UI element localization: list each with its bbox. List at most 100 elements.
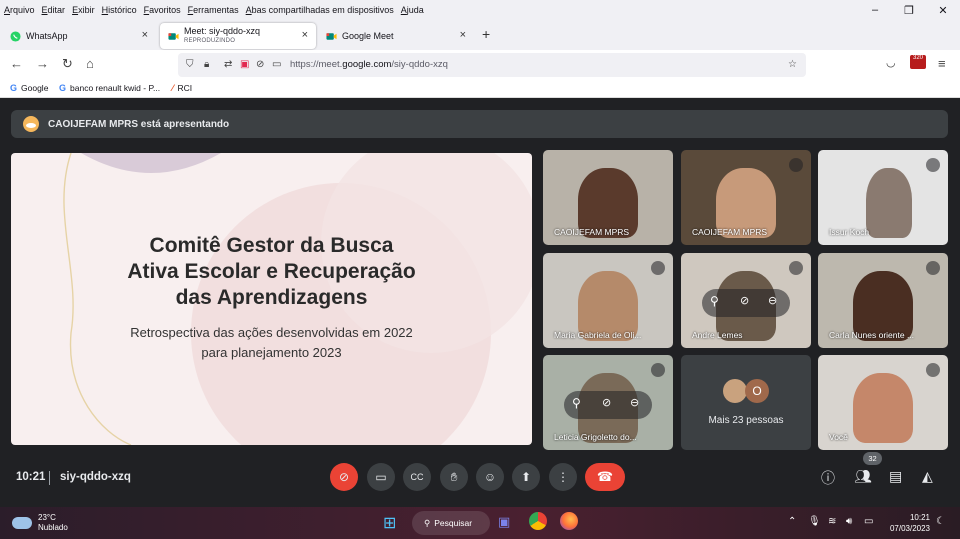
menu-favoritos[interactable]: Favoritos	[140, 5, 184, 15]
wifi-icon[interactable]: ≋	[828, 516, 836, 527]
participant-video	[853, 373, 913, 443]
menu-ajuda[interactable]: Ajuda	[397, 5, 427, 15]
tab-close-button[interactable]: ×	[460, 29, 466, 41]
slide-subtitle-line: para planejamento 2023	[201, 345, 342, 360]
tab-close-button[interactable]: ×	[142, 29, 148, 41]
taskbar-time: 10:21	[909, 513, 930, 522]
chat-icon[interactable]: ▤	[889, 468, 902, 485]
extension-badge[interactable]: 320	[910, 55, 926, 69]
microphone-icon[interactable]: 🎙︎	[808, 516, 821, 527]
shield-icon[interactable]: ⛉	[186, 59, 194, 70]
url-path: /siy-qddo-xzq	[391, 59, 448, 70]
more-options-button[interactable]: ⋮	[549, 463, 577, 491]
tab-title: Google Meet	[342, 31, 394, 41]
raise-hand-button[interactable]: ✋︎	[440, 463, 468, 491]
tab-close-button[interactable]: ×	[302, 29, 308, 41]
mic-muted-icon[interactable]: ⊘	[256, 59, 264, 70]
bookmark-google[interactable]: G Google	[10, 83, 48, 93]
bookmark-label: Google	[21, 83, 49, 93]
new-tab-button[interactable]: +	[482, 26, 490, 42]
menu-editar[interactable]: Editar	[38, 5, 69, 15]
firefox-icon[interactable]	[560, 512, 578, 530]
mic-toggle-button[interactable]: ⊘	[330, 463, 358, 491]
taskbar-date: 07/03/2023	[889, 524, 930, 533]
slide-title-line: das Aprendizagens	[175, 286, 368, 309]
pin-icon[interactable]: ⚲	[572, 396, 581, 410]
leave-call-button[interactable]: ☎︎	[585, 463, 625, 491]
restore-button[interactable]: ❐	[892, 0, 926, 20]
camera-icon[interactable]: ▣	[240, 59, 249, 70]
notifications-icon[interactable]: ☾	[936, 516, 945, 527]
tile-hover-controls[interactable]: ⚲ ⊘ ⊖	[702, 289, 790, 317]
menu-ferramentas[interactable]: Ferramentas	[184, 5, 242, 15]
chrome-icon[interactable]	[529, 512, 547, 530]
participant-tile[interactable]: Issur Koch	[818, 150, 948, 245]
url-domain: google.com	[342, 59, 392, 70]
tab-meet[interactable]: Meet: siy-qddo-xzq REPRODUZINDO ×	[160, 23, 316, 49]
date-time[interactable]: 10:21 07/03/2023	[866, 512, 930, 534]
participant-tile[interactable]: CAOIJEFAM MPRS	[681, 150, 811, 245]
presenting-text: CAOIJEFAM MPRS está apresentando	[48, 118, 230, 130]
mic-off-icon[interactable]: ⊘	[740, 294, 749, 307]
participant-tile[interactable]: Carla Nunes oriente ...	[818, 253, 948, 348]
tab-title: WhatsApp	[26, 31, 68, 41]
remove-icon[interactable]: ⊖	[768, 294, 777, 307]
presentation-slide: Comitê Gestor da Busca Ativa Escolar e R…	[11, 153, 532, 445]
close-window-button[interactable]: ✕	[926, 0, 960, 20]
camera-toggle-button[interactable]: ▭	[367, 463, 395, 491]
activities-icon[interactable]: ◭	[922, 468, 933, 485]
tab-google-meet[interactable]: Google Meet ×	[318, 23, 474, 49]
self-view-tile[interactable]: Você	[818, 355, 948, 450]
menu-icon[interactable]: ≡	[938, 56, 946, 71]
lock-icon[interactable]: 🔒︎	[204, 59, 209, 70]
bookmark-banco-renault[interactable]: Gbanco renault kwid - P...	[59, 83, 160, 93]
tray-overflow-icon[interactable]: ⌃	[788, 516, 796, 527]
participant-tile[interactable]: ⚲ ⊘ ⊖ Andre Lemes	[681, 253, 811, 348]
minimize-button[interactable]: –	[858, 0, 892, 20]
tile-hover-controls[interactable]: ⚲ ⊘ ⊖	[564, 391, 652, 419]
meeting-code: siy-qddo-xzq	[60, 471, 131, 483]
participant-tile[interactable]: CAOIJEFAM MPRS	[543, 150, 673, 245]
teams-icon[interactable]: ▣	[498, 514, 510, 530]
captions-button[interactable]: CC	[403, 463, 431, 491]
more-participants-tile[interactable]: O Mais 23 pessoas	[681, 355, 811, 450]
home-icon[interactable]: ⌂	[86, 56, 94, 71]
menu-bar: Arquivo Editar Exibir Histórico Favorito…	[0, 0, 960, 20]
weather-widget[interactable]: 23°C Nublado	[12, 513, 68, 533]
address-bar[interactable]: ⛉ 🔒︎ ⇄ ▣ ⊘ ▭ https://meet.google.com/siy…	[178, 53, 806, 77]
reactions-button[interactable]: ☺	[476, 463, 504, 491]
tab-whatsapp[interactable]: WhatsApp ×	[2, 23, 156, 49]
menu-exibir[interactable]: Exibir	[68, 5, 98, 15]
participant-tile[interactable]: ⚲ ⊘ ⊖ Leticia Grigoletto do...	[543, 355, 673, 450]
slide-title-line: Comitê Gestor da Busca	[149, 234, 394, 257]
info-icon[interactable]: ⓘ	[821, 468, 835, 488]
pin-icon[interactable]: ⚲	[710, 294, 719, 308]
mic-off-icon	[789, 261, 803, 275]
pocket-icon[interactable]: ◡	[886, 56, 896, 69]
screen-share-icon[interactable]: ▭	[272, 59, 281, 70]
back-icon[interactable]: ←	[10, 56, 23, 71]
bookmark-rci[interactable]: ⁄ RCI	[172, 83, 192, 93]
mic-off-icon	[926, 363, 940, 377]
bookmarks-bar: G Google Gbanco renault kwid - P... ⁄ RCI	[0, 80, 960, 98]
slide-subtitle: Retrospectiva das ações desenvolvidas em…	[11, 323, 532, 363]
permissions-icon[interactable]: ⇄	[224, 59, 232, 70]
url-text[interactable]: https://meet.google.com/siy-qddo-xzq	[290, 59, 448, 70]
participant-tile[interactable]: Maria Gabriela de Oli...	[543, 253, 673, 348]
bookmark-star-icon[interactable]: ☆	[788, 59, 797, 70]
reload-icon[interactable]: ↻	[62, 56, 73, 72]
remove-icon[interactable]: ⊖	[630, 396, 639, 409]
mic-off-icon[interactable]: ⊘	[602, 396, 611, 409]
taskbar-search[interactable]: ⚲ Pesquisar	[412, 511, 490, 535]
start-icon[interactable]: ⊞	[383, 513, 396, 533]
menu-abas-compartilhadas[interactable]: Abas compartilhadas em dispositivos	[242, 5, 397, 15]
participant-count-badge: 32	[863, 452, 882, 465]
menu-historico[interactable]: Histórico	[98, 5, 140, 15]
people-icon[interactable]: 👥︎	[854, 468, 872, 485]
volume-icon[interactable]: 🔊︎	[846, 516, 852, 527]
navigation-bar: ← → ↻ ⌂ ⛉ 🔒︎ ⇄ ▣ ⊘ ▭ https://meet.google…	[0, 50, 960, 80]
present-button[interactable]: ⬆	[512, 463, 540, 491]
forward-icon[interactable]: →	[36, 56, 49, 71]
menu-arquivo[interactable]: Arquivo	[0, 5, 38, 15]
mic-off-icon	[651, 261, 665, 275]
